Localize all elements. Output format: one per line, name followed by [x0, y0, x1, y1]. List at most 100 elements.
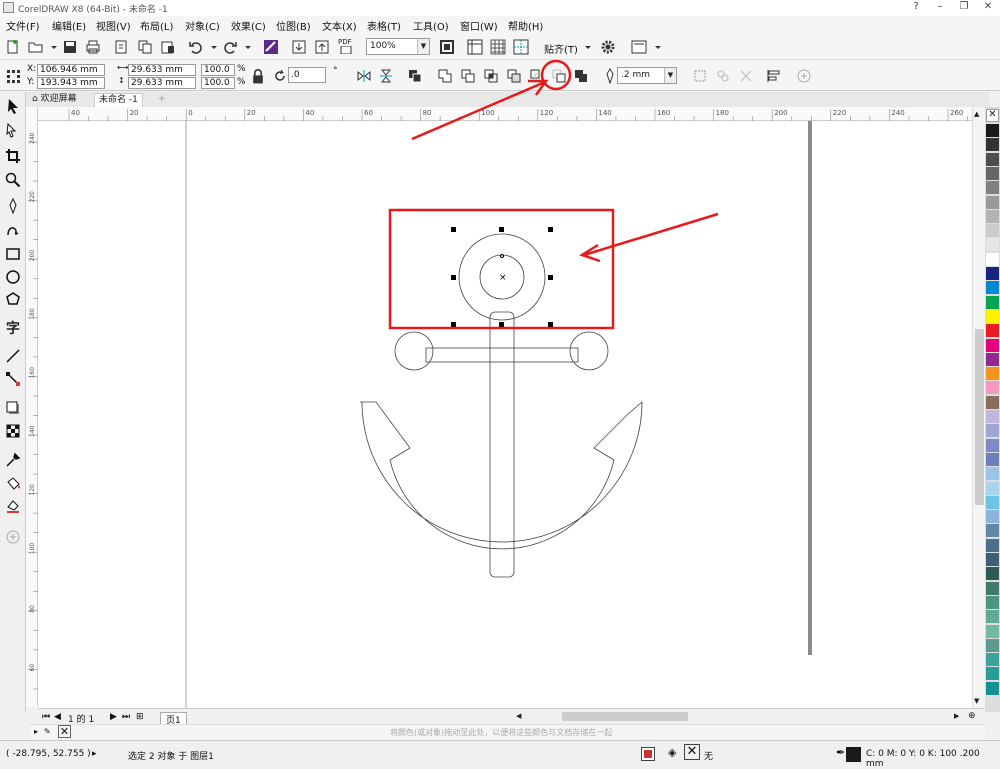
artistic-media-icon[interactable] — [5, 222, 21, 238]
rectangle-tool-icon[interactable] — [5, 246, 21, 262]
add-icon[interactable] — [796, 68, 812, 84]
scroll-right-icon[interactable]: ▶ — [954, 712, 959, 720]
menu-bitmaps[interactable]: 位图(B) — [276, 18, 311, 33]
import-icon[interactable] — [113, 39, 129, 55]
palette-swatch[interactable] — [986, 581, 999, 595]
menu-view[interactable]: 视图(V) — [96, 18, 131, 33]
center-marker[interactable]: × — [499, 273, 507, 283]
vertical-scrollbar[interactable]: ▲ ▼ — [972, 107, 985, 708]
horizontal-scroll-thumb[interactable] — [562, 712, 688, 721]
snap-to-label[interactable]: 贴齐(T) — [544, 41, 578, 56]
interactive-fill-icon[interactable] — [5, 476, 21, 492]
palette-swatch[interactable] — [986, 166, 999, 180]
palette-swatch[interactable] — [986, 367, 999, 381]
convert-to-curves-icon[interactable] — [692, 68, 708, 84]
fill-none-icon[interactable]: ✕ — [684, 744, 700, 760]
drawing-canvas[interactable]: × — [38, 121, 972, 708]
palette-swatch[interactable] — [986, 338, 999, 352]
scale-height-field[interactable]: 100.0 — [201, 77, 235, 89]
palette-swatch[interactable] — [986, 181, 999, 195]
open-dropdown-icon[interactable] — [46, 40, 57, 56]
palette-swatch[interactable] — [986, 252, 999, 266]
menu-edit[interactable]: 编辑(E) — [52, 18, 86, 33]
menu-text[interactable]: 文本(X) — [322, 18, 357, 33]
new-tab-icon[interactable]: + — [154, 93, 170, 107]
lock-ratio-icon[interactable] — [250, 69, 263, 84]
menu-tools[interactable]: 工具(O) — [413, 18, 449, 33]
palette-swatch[interactable] — [986, 553, 999, 566]
guidelines-icon[interactable] — [513, 39, 529, 55]
drop-shadow-icon[interactable] — [5, 400, 21, 416]
menu-table[interactable]: 表格(T) — [367, 18, 401, 33]
transparency-icon[interactable] — [5, 423, 21, 439]
zoom-tool-icon[interactable] — [5, 172, 21, 188]
palette-swatch[interactable] — [986, 510, 999, 524]
minimize-button[interactable]: – — [928, 0, 952, 14]
palette-swatch[interactable] — [986, 524, 999, 538]
rotation-angle-field[interactable]: .0 — [288, 67, 326, 83]
handle-bottom-right[interactable] — [548, 322, 553, 327]
palette-swatch[interactable] — [986, 195, 999, 209]
palette-eyedropper-icon[interactable]: ✎ — [44, 727, 51, 736]
redo-dropdown-icon[interactable] — [240, 40, 251, 56]
palette-swatch[interactable] — [986, 381, 999, 395]
palette-arrow-icon[interactable]: ▸ — [34, 727, 38, 736]
palette-swatch[interactable] — [986, 324, 999, 338]
palette-swatch[interactable] — [986, 424, 999, 438]
palette-swatch[interactable] — [986, 481, 999, 495]
connector-tool-icon[interactable] — [5, 371, 21, 387]
text-tool-icon[interactable]: 字 — [5, 318, 21, 337]
outline-color-swatch[interactable] — [846, 747, 861, 762]
eyedropper-icon[interactable] — [5, 452, 21, 468]
palette-swatch[interactable] — [986, 309, 999, 323]
tab-welcome[interactable]: ⌂ 欢迎屏幕 — [28, 93, 81, 107]
anchor-crossbar[interactable] — [425, 347, 579, 363]
status-arrow-icon[interactable]: ▸ — [92, 749, 97, 759]
grid-icon[interactable] — [490, 39, 506, 55]
redo-icon[interactable] — [222, 39, 238, 55]
close-button[interactable]: ✕ — [976, 0, 1000, 14]
palette-swatch[interactable] — [986, 152, 999, 166]
menu-effects[interactable]: 效果(C) — [231, 18, 266, 33]
handle-top-left[interactable] — [451, 227, 456, 232]
page-next-icon[interactable]: ▶ — [110, 712, 117, 722]
width-field[interactable]: 29.633 mm — [128, 64, 196, 76]
palette-swatch[interactable] — [986, 209, 999, 223]
page-first-icon[interactable]: ⏮ — [42, 712, 50, 722]
palette-swatch[interactable] — [986, 295, 999, 309]
crop-tool-icon[interactable] — [5, 148, 21, 164]
object-origin-icon[interactable] — [5, 68, 21, 84]
palette-swatch[interactable] — [986, 495, 999, 509]
handle-middle-left[interactable] — [451, 275, 456, 280]
menu-layout[interactable]: 布局(L) — [140, 18, 173, 33]
gear-icon[interactable] — [600, 39, 616, 55]
add-tool-icon[interactable] — [5, 529, 21, 545]
no-color-swatch[interactable]: ✕ — [986, 109, 999, 122]
menu-file[interactable]: 文件(F) — [6, 18, 40, 33]
palette-swatch[interactable] — [986, 438, 999, 452]
full-screen-icon[interactable] — [439, 39, 455, 55]
launcher-dropdown-icon[interactable] — [650, 40, 661, 56]
palette-swatch[interactable] — [986, 667, 999, 681]
crossbar-left-ball[interactable] — [394, 331, 434, 371]
menu-window[interactable]: 窗口(W) — [460, 18, 498, 33]
polygon-tool-icon[interactable] — [5, 291, 21, 307]
palette-swatch[interactable] — [986, 538, 999, 552]
scroll-up-icon[interactable]: ▲ — [974, 110, 979, 118]
palette-swatch[interactable] — [986, 238, 999, 252]
restore-button[interactable]: ❐ — [952, 0, 976, 14]
new-document-icon[interactable] — [5, 39, 21, 55]
parallel-dimension-icon[interactable] — [5, 348, 21, 364]
snap-dropdown-icon[interactable] — [580, 40, 591, 56]
break-apart-icon[interactable] — [715, 68, 731, 84]
open-icon[interactable] — [28, 39, 44, 55]
copy-icon[interactable] — [137, 39, 153, 55]
zoom-level-select[interactable]: 100% ▼ — [366, 38, 430, 55]
crossbar-right-ball[interactable] — [569, 331, 609, 371]
tab-document[interactable]: 未命名 -1 — [94, 93, 143, 107]
zoom-icon[interactable]: ⊕ — [968, 711, 976, 721]
rulers-icon[interactable] — [467, 39, 483, 55]
palette-swatch[interactable] — [986, 567, 999, 581]
outline-width-select[interactable]: .2 mm ▼ — [617, 67, 677, 84]
undo-icon[interactable] — [188, 39, 204, 55]
